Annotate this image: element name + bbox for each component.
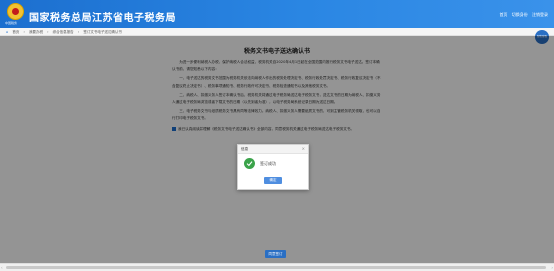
breadcrumb-separator: › [77,30,80,34]
breadcrumb-item-home[interactable]: 首页 [12,30,19,34]
horizontal-scrollbar[interactable]: ‹ › [0,263,554,271]
breadcrumb-item-report[interactable]: 综合信息报告 [53,30,74,34]
dialog-header: 信息 × [238,145,308,154]
breadcrumb-item-current: 签订文书电子送达确认书 [83,30,122,34]
ok-button[interactable]: 确定 [264,177,282,184]
tax-emblem-icon [7,3,24,20]
breadcrumb-item-tax[interactable]: 我要办税 [29,30,43,34]
scroll-left-arrow-icon[interactable]: ‹ [1,265,3,270]
scrollbar-thumb[interactable] [6,266,546,269]
scroll-right-arrow-icon[interactable]: › [551,265,553,270]
agree-submit-button[interactable]: 同意签订 [265,250,286,258]
top-link-logout[interactable]: 注销登录 [532,12,548,17]
breadcrumb-separator: › [47,30,49,34]
top-link-switch-identity[interactable]: 切换身份 [512,12,528,17]
breadcrumb-separator: › [23,30,25,34]
dialog-title: 信息 [241,147,249,151]
breadcrumb: ⌂ 首页 › 我要办税 › 综合信息报告 › 签订文书电子送达确认书 [0,28,554,36]
breadcrumb-home-icon[interactable]: ⌂ [6,30,8,34]
top-links: 首页 切换身份 注销登录 [496,12,548,18]
site-title: 国家税务总局江苏省电子税务局 [29,13,176,24]
success-dialog: 信息 × 签订成功 确定 [237,144,309,190]
logo-caption: 中国税务 [5,21,18,25]
close-icon[interactable]: × [302,145,305,153]
top-link-home[interactable]: 首页 [499,12,507,17]
site-header: 中国税务 国家税务总局江苏省电子税务局 首页 切换身份 注销登录 [0,0,554,28]
dialog-message: 签订成功 [260,161,276,166]
success-check-icon [244,158,255,169]
